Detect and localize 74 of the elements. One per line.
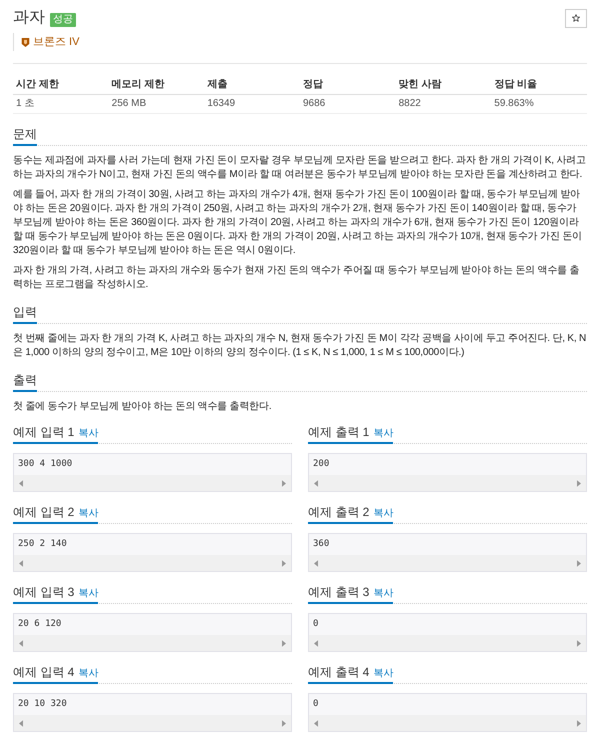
column-header: 메모리 제한 — [108, 76, 204, 94]
left-arrow-icon[interactable] — [19, 720, 23, 726]
left-arrow-icon[interactable] — [314, 480, 318, 486]
result-badge: 성공 — [50, 12, 76, 26]
column-header: 정답 — [300, 76, 396, 94]
sample-title: 예제 출력 3 — [308, 584, 370, 600]
right-arrow-icon[interactable] — [577, 720, 581, 726]
copy-link[interactable]: 복사 — [373, 588, 394, 600]
section-title: 출력 — [13, 372, 37, 388]
right-arrow-icon[interactable] — [282, 640, 286, 646]
sample-text: 0 — [312, 698, 320, 711]
horizontal-scrollbar[interactable] — [14, 715, 291, 731]
right-arrow-icon[interactable] — [282, 560, 286, 566]
table-cell: 1 초 — [13, 94, 109, 114]
column-header: 맞힌 사람 — [396, 76, 492, 94]
right-arrow-icon[interactable] — [577, 640, 581, 646]
paragraph-text: 과자 한 개의 가격, 사려고 하는 과자의 개수와 동수가 현재 가진 돈의 액수가 주어질 때 동수가 부모님께 받아야 하는 돈의 액수를 출력하는 프로그램을 작성하시오. — [13, 264, 580, 292]
right-arrow-icon[interactable] — [282, 480, 286, 486]
copy-link[interactable]: 복사 — [78, 668, 98, 680]
left-arrow-icon[interactable] — [19, 480, 23, 486]
sample-title: 예제 출력 1 — [308, 424, 370, 440]
table-cell: 256 MB — [108, 94, 204, 114]
horizontal-scrollbar[interactable] — [14, 475, 291, 491]
table-cell: 8822 — [396, 94, 492, 114]
right-arrow-icon[interactable] — [577, 560, 581, 566]
sample-title: 예제 입력 4 — [13, 664, 74, 680]
copy-link[interactable]: 복사 — [78, 508, 98, 520]
table-cell: 59.863% — [491, 94, 587, 114]
right-arrow-icon[interactable] — [577, 480, 581, 486]
column-header: 제출 — [204, 76, 300, 94]
paragraph-text: 첫 번째 줄에는 과자 한 개의 가격 K, 사려고 하는 과자의 개수 N, 현재 동수가 가진 돈 M이 각각 공백을 사이에 두고 주어진다. 단, K, N은 1,000 이하의 양의 정수이고, M은 10만 이하의 양의 정수이다. (1 ≤ K, N ≤ 1,000, 1 ≤ M ≤ 100,000이다.) — [13, 332, 587, 360]
horizontal-scrollbar[interactable] — [309, 715, 586, 731]
left-arrow-icon[interactable] — [314, 720, 318, 726]
left-arrow-icon[interactable] — [314, 640, 318, 646]
section-title: 문제 — [13, 126, 37, 142]
section-title: 입력 — [13, 304, 37, 320]
horizontal-scrollbar[interactable] — [14, 555, 291, 571]
left-arrow-icon[interactable] — [19, 560, 23, 566]
sample-text: 20 6 120 — [17, 618, 62, 631]
sample-text: 360 — [312, 538, 330, 551]
sample-title: 예제 출력 4 — [308, 664, 370, 680]
right-arrow-icon[interactable] — [282, 720, 286, 726]
favorite-button[interactable] — [565, 8, 587, 28]
copy-link[interactable]: 복사 — [373, 508, 394, 520]
horizontal-scrollbar[interactable] — [309, 555, 586, 571]
tier-label: 브론즈 IV — [33, 35, 80, 49]
shield-icon — [21, 36, 30, 48]
paragraph-text: 첫 줄에 동수가 부모님께 받아야 하는 돈의 액수를 출력한다. — [13, 400, 272, 414]
sample-text: 0 — [312, 618, 320, 631]
sample-text: 250 2 140 — [17, 538, 68, 551]
paragraph-text: 동수는 제과점에 과자를 사러 가는데 현재 가진 돈이 모자랄 경우 부모님께 모자란 돈을 받으려고 한다. 과자 한 개의 가격이 K, 사려고 하는 과자의 개수가 N이고, 현재 가진 돈의 액수를 M이라 할 때 여러분은 동수가 부모님께 받아야 하는 모자란 돈을 계산하려고 한다. — [13, 154, 587, 182]
copy-link[interactable]: 복사 — [78, 428, 98, 440]
problem-title: 과자 — [13, 8, 45, 28]
copy-link[interactable]: 복사 — [78, 588, 98, 600]
sample-title: 예제 입력 3 — [13, 584, 74, 600]
paragraph-text: 예를 들어, 과자 한 개의 가격이 30원, 사려고 하는 과자의 개수가 4개, 현재 동수가 가진 돈이 100원이라 할 때, 동수가 부모님께 받아야 하는 돈은 20원이다. 과자 한 개의 가격이 250원, 사려고 하는 과자의 개수가 2개, 현재 동수가 가진 돈이 140원이라 할 때, 동수가 부모님께 받아야 하는 돈은 360원이다. 과자 한 개의 가격이 20원, 사려고 하는 과자의 개수가 6개, 현재 동수가 가진 돈이 120원이라 할 때 동수가 부모님께 받아야 하는 돈은 0원이다. 과자 한 개의 가격이 20원, 사려고 하는 과자의 개수가 10개, 현재 동수가 가진 돈이 320원이라 할 때 동수가 부모님께 받아야 하는 돈은 역시 0원이다. — [13, 188, 583, 258]
horizontal-scrollbar[interactable] — [14, 635, 291, 651]
sample-title: 예제 출력 2 — [308, 504, 370, 520]
column-header: 정답 비율 — [491, 76, 587, 94]
left-arrow-icon[interactable] — [19, 640, 23, 646]
horizontal-scrollbar[interactable] — [309, 635, 586, 651]
sample-title: 예제 입력 1 — [13, 424, 74, 440]
sample-text: 200 — [312, 458, 330, 471]
table-cell: 16349 — [204, 94, 300, 114]
copy-link[interactable]: 복사 — [373, 428, 394, 440]
sample-text: 300 4 1000 — [17, 458, 74, 471]
left-arrow-icon[interactable] — [314, 560, 318, 566]
horizontal-scrollbar[interactable] — [309, 475, 586, 491]
copy-link[interactable]: 복사 — [373, 668, 394, 680]
column-header: 시간 제한 — [13, 76, 109, 94]
table-cell: 9686 — [300, 94, 396, 114]
sample-text: 20 10 320 — [17, 698, 68, 711]
sample-title: 예제 입력 2 — [13, 504, 74, 520]
star-icon — [572, 14, 580, 22]
